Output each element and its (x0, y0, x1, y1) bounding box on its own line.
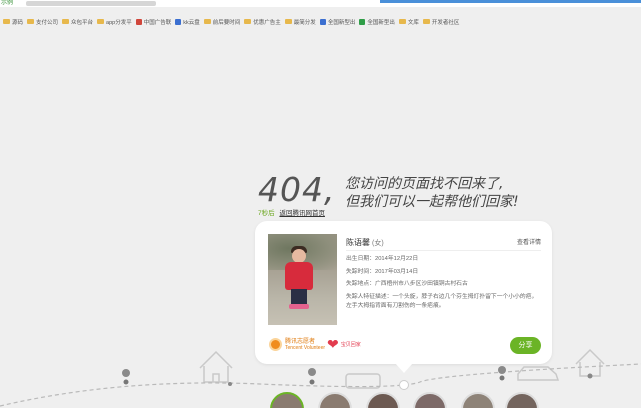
bookmark-label: 优惠广告主 (253, 19, 281, 26)
folder-icon (62, 19, 70, 24)
folder-icon (97, 19, 105, 24)
house-icon (575, 348, 605, 377)
bookmark-item[interactable]: 前后要时间 (203, 18, 241, 26)
missing-place: 失踪地点：广西梧州市八步区沙田镇铜古村石古 (346, 281, 468, 287)
site-favicon-icon (319, 18, 326, 25)
blurred-address (26, 1, 156, 6)
folder-icon (422, 19, 430, 24)
folder-icon (3, 19, 10, 24)
site-favicon-icon (135, 18, 142, 25)
error-message-line1: 您访问的页面找不回来了, (345, 176, 504, 192)
bookmark-item[interactable]: 众包平台 (62, 18, 93, 26)
folder-icon (398, 19, 406, 24)
view-details-link[interactable]: 查看详情 (517, 237, 541, 246)
folder-icon (203, 19, 211, 24)
map-pin-icon (498, 366, 506, 374)
redirect-row: 7秒后 返回腾讯网首页 (258, 207, 325, 217)
folder-icon (284, 19, 292, 24)
bookmark-item[interactable]: kk云盘 (175, 18, 200, 26)
bottom-scenery (0, 348, 641, 407)
countdown-text: 7秒后 (258, 210, 275, 217)
child-name: 陈语馨 (女) (346, 237, 384, 248)
bookmark-item[interactable]: 文库 (398, 18, 419, 26)
bus-icon (345, 373, 381, 389)
bookmark-item[interactable]: 最简分发 (284, 18, 316, 26)
missing-time: 失踪时间：2017年03月14日 (346, 269, 419, 275)
birth-date: 出生日期：2014年12月22日 (346, 256, 419, 262)
return-home-link[interactable]: 返回腾讯网首页 (279, 210, 325, 217)
child-photo (268, 234, 337, 325)
bookmark-label: 众包平台 (71, 19, 94, 26)
site-favicon-icon (175, 18, 182, 25)
card-divider (346, 250, 541, 251)
bookmark-item[interactable]: 开发者社区 (422, 18, 460, 26)
house-icon (199, 350, 233, 383)
bookmarks-bar: 源码 支付公司 众包平台 app分发平 中国广告联 kk云盘 前后要时间 优惠广告主 最简分发 全… (0, 14, 641, 29)
browser-address-strip: 示例 (0, 0, 641, 7)
bookmark-label: 文库 (407, 19, 419, 26)
bookmark-label: 中国广告联 (143, 19, 172, 26)
bookmark-item[interactable]: 优惠广告主 (244, 18, 281, 26)
error-code: 404, (258, 170, 336, 209)
child-gender: (女) (372, 240, 384, 247)
missing-features: 失踪人特征描述：一个头旋，脖子右边几个芬生拇灯扑留下一个小小的疤，左手大拇指背面… (346, 294, 538, 309)
bookmark-label: 最简分发 (293, 19, 316, 26)
bookmark-item[interactable]: 全国新型出 (359, 18, 395, 26)
loading-bar (380, 0, 641, 3)
folder-icon (244, 19, 252, 24)
bookmark-label: kk云盘 (183, 19, 200, 26)
bookmark-label: 支付公司 (36, 19, 59, 26)
bookmark-item[interactable]: 中国广告联 (135, 18, 172, 26)
bookmark-label: app分发平 (106, 19, 132, 26)
bookmark-label: 全国新型出 (327, 19, 356, 26)
bookmark-label: 前后要时间 (212, 19, 241, 26)
bookmark-label: 源码 (12, 19, 24, 26)
bookmark-item[interactable]: 源码 (3, 18, 23, 26)
url-fragment[interactable]: 示例 (1, 0, 13, 7)
bookmark-label: 开发者社区 (431, 19, 460, 26)
bookmark-label: 全国新型出 (367, 19, 395, 26)
child-name-text: 陈语馨 (346, 238, 370, 247)
folder-icon (27, 19, 35, 24)
map-pin-icon (122, 369, 130, 377)
map-pin-icon (308, 368, 316, 376)
site-favicon-icon (359, 18, 366, 25)
error-message-line2: 但我们可以一起帮他们回家! (345, 194, 519, 210)
bookmark-item[interactable]: 支付公司 (27, 18, 58, 26)
bookmark-item[interactable]: 全国新型出 (319, 18, 356, 26)
bookmark-item[interactable]: app分发平 (97, 18, 132, 26)
carousel-indicator[interactable] (399, 380, 409, 390)
